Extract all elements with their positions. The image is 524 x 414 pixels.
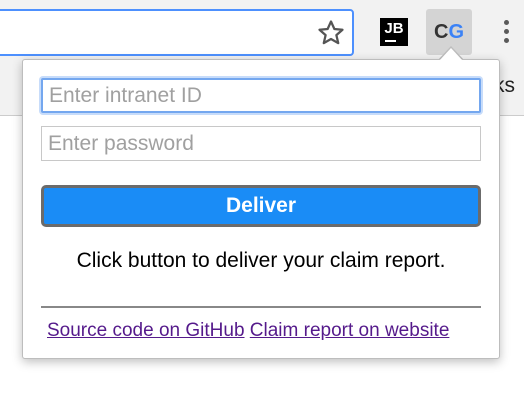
- address-bar[interactable]: [0, 9, 354, 56]
- status-message: Click button to deliver your claim repor…: [76, 249, 446, 272]
- github-source-link[interactable]: Source code on GitHub: [47, 320, 245, 341]
- divider: [41, 306, 481, 308]
- jb-bar: [385, 40, 396, 42]
- popup-arrow-fill: [439, 48, 463, 61]
- intranet-id-input[interactable]: [41, 78, 481, 113]
- deliver-button[interactable]: Deliver: [41, 185, 481, 227]
- claim-report-website-link[interactable]: Claim report on website: [250, 320, 450, 341]
- password-input[interactable]: [41, 126, 481, 161]
- cg-letter-c: C: [433, 21, 449, 43]
- star-icon[interactable]: [316, 18, 346, 48]
- footer-links: Source code on GitHub Claim report on we…: [47, 320, 487, 342]
- jb-label: JB: [384, 20, 404, 37]
- vertical-dots-icon[interactable]: [500, 20, 512, 48]
- jetbrains-extension-icon[interactable]: JB: [380, 18, 408, 46]
- claim-extension-icon: CG: [426, 21, 472, 44]
- cg-letter-g: G: [448, 21, 464, 43]
- extension-popup: Deliver Click button to deliver your cla…: [22, 59, 500, 359]
